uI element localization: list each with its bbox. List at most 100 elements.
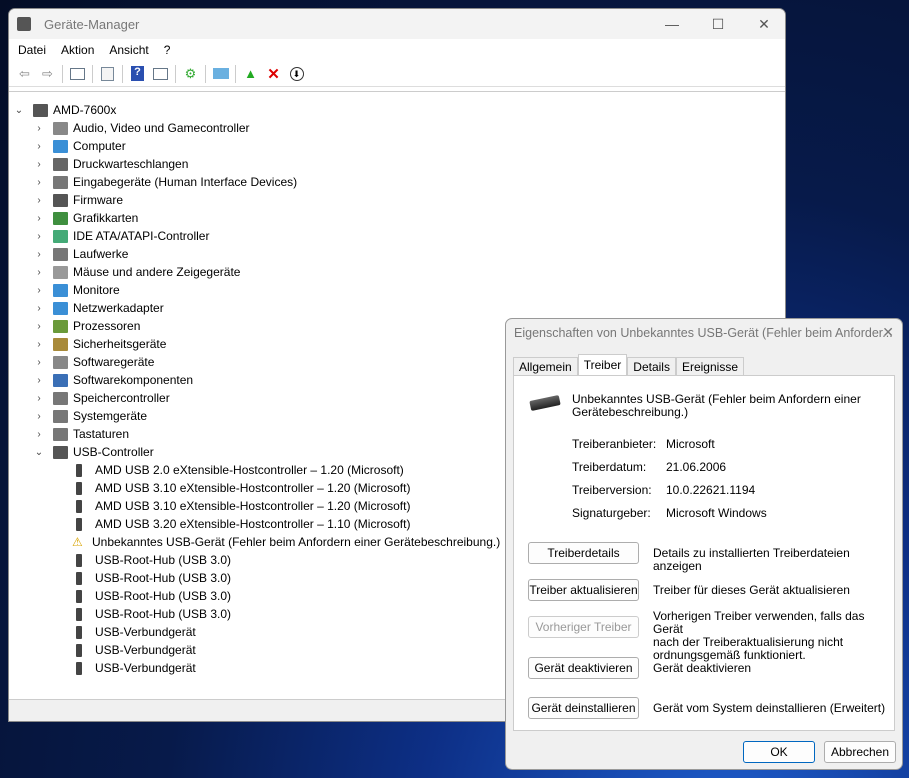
tree-device-item[interactable]: USB-Root-Hub (USB 3.0) bbox=[72, 587, 231, 605]
chevron-right-icon[interactable]: › bbox=[33, 357, 45, 368]
tree-category[interactable]: › Audio, Video und Gamecontroller bbox=[33, 119, 250, 137]
chevron-right-icon[interactable]: › bbox=[33, 285, 45, 296]
chevron-down-icon[interactable]: ⌄ bbox=[33, 447, 45, 458]
help-icon[interactable]: ? bbox=[128, 65, 147, 83]
field-value: Microsoft bbox=[666, 437, 715, 451]
tree-category[interactable]: › Firmware bbox=[33, 191, 123, 209]
tree-device-item[interactable]: USB-Root-Hub (USB 3.0) bbox=[72, 605, 231, 623]
tree-category[interactable]: › Netzwerkadapter bbox=[33, 299, 163, 317]
tree-device-item[interactable]: USB-Verbundgerät bbox=[72, 641, 196, 659]
tree-device-item[interactable]: AMD USB 3.10 eXtensible-Hostcontroller –… bbox=[72, 479, 410, 497]
tree-category[interactable]: › Softwarekomponenten bbox=[33, 371, 193, 389]
tree-category[interactable]: › Monitore bbox=[33, 281, 119, 299]
action-button: Vorheriger Treiber bbox=[528, 616, 639, 638]
device-icon bbox=[53, 193, 68, 207]
action-description-line: Gerät deaktivieren bbox=[653, 661, 752, 675]
tree-device-item[interactable]: ⚠ Unbekanntes USB-Gerät (Fehler beim Anfo… bbox=[72, 533, 500, 551]
chevron-right-icon[interactable]: › bbox=[33, 393, 45, 404]
add-driver-icon[interactable]: ▲ bbox=[241, 65, 260, 83]
field-label: Treiberversion: bbox=[572, 483, 652, 497]
tree-device-item[interactable]: AMD USB 3.20 eXtensible-Hostcontroller –… bbox=[72, 515, 410, 533]
tree-category[interactable]: › Laufwerke bbox=[33, 245, 128, 263]
tree-device-item[interactable]: USB-Verbundgerät bbox=[72, 659, 196, 677]
action-description-line: Details zu installierten Treiberdateien … bbox=[653, 546, 850, 573]
tree-label: Systemgeräte bbox=[73, 409, 148, 423]
menu-datei[interactable]: Datei bbox=[18, 43, 46, 57]
uninstall-icon[interactable]: ✕ bbox=[264, 65, 283, 83]
menu-ansicht[interactable]: Ansicht bbox=[109, 43, 148, 57]
show-hide-tree-icon[interactable] bbox=[68, 65, 87, 83]
tree-category[interactable]: › Systemgeräte bbox=[33, 407, 147, 425]
tree-category[interactable]: › Druckwarteschlangen bbox=[33, 155, 188, 173]
tree-label: AMD USB 2.0 eXtensible-Hostcontroller – … bbox=[95, 463, 404, 477]
tree-category[interactable]: › Speichercontroller bbox=[33, 389, 169, 407]
tree-device-item[interactable]: AMD USB 3.10 eXtensible-Hostcontroller –… bbox=[72, 497, 410, 515]
minimize-button[interactable]: — bbox=[649, 9, 695, 39]
field-label: Signaturgeber: bbox=[572, 506, 651, 520]
chevron-right-icon[interactable]: › bbox=[33, 321, 45, 332]
action-pane-icon[interactable] bbox=[151, 65, 170, 83]
chevron-right-icon[interactable]: › bbox=[33, 267, 45, 278]
chevron-right-icon[interactable]: › bbox=[33, 177, 45, 188]
tree-device-item[interactable]: AMD USB 2.0 eXtensible-Hostcontroller – … bbox=[72, 461, 404, 479]
chevron-right-icon[interactable]: › bbox=[33, 195, 45, 206]
tab-details[interactable]: Details bbox=[627, 357, 676, 375]
tree-device-item[interactable]: USB-Root-Hub (USB 3.0) bbox=[72, 569, 231, 587]
chevron-right-icon[interactable]: › bbox=[33, 141, 45, 152]
update-driver-icon[interactable]: ⚙ bbox=[181, 65, 200, 83]
disable-icon[interactable]: ⬇ bbox=[287, 65, 306, 83]
action-button[interactable]: Treiber aktualisieren bbox=[528, 579, 639, 601]
chevron-down-icon[interactable]: ⌄ bbox=[13, 105, 25, 116]
action-button[interactable]: Gerät deaktivieren bbox=[528, 657, 639, 679]
tab-ereignisse[interactable]: Ereignisse bbox=[675, 357, 744, 375]
menu-help[interactable]: ? bbox=[164, 43, 171, 57]
dialog-close-button[interactable]: ✕ bbox=[882, 324, 894, 341]
driver-tab-panel: Unbekanntes USB-Gerät (Fehler beim Anfor… bbox=[513, 375, 895, 731]
tree-category[interactable]: › Grafikkarten bbox=[33, 209, 138, 227]
chevron-right-icon[interactable]: › bbox=[33, 375, 45, 386]
forward-icon[interactable]: ⇨ bbox=[38, 65, 57, 83]
ok-button[interactable]: OK bbox=[743, 741, 815, 763]
device-icon bbox=[53, 445, 68, 459]
chevron-right-icon[interactable]: › bbox=[33, 123, 45, 134]
tree-category[interactable]: › Computer bbox=[33, 137, 126, 155]
back-icon[interactable]: ⇦ bbox=[15, 65, 34, 83]
device-icon bbox=[53, 319, 68, 333]
chevron-right-icon[interactable]: › bbox=[33, 249, 45, 260]
cancel-button[interactable]: Abbrechen bbox=[824, 741, 896, 763]
tree-category[interactable]: › Prozessoren bbox=[33, 317, 140, 335]
tree-root[interactable]: ⌄ AMD-7600x bbox=[13, 101, 117, 119]
tree-device-item[interactable]: USB-Verbundgerät bbox=[72, 623, 196, 641]
tree-device-item[interactable]: USB-Root-Hub (USB 3.0) bbox=[72, 551, 231, 569]
chevron-right-icon[interactable]: › bbox=[33, 213, 45, 224]
tab-allgemein[interactable]: Allgemein bbox=[513, 357, 578, 375]
chevron-right-icon[interactable]: › bbox=[33, 411, 45, 422]
tree-category[interactable]: › Eingabegeräte (Human Interface Devices) bbox=[33, 173, 297, 191]
maximize-button[interactable]: ☐ bbox=[695, 9, 741, 39]
tree-category[interactable]: › Sicherheitsgeräte bbox=[33, 335, 166, 353]
tree-category[interactable]: › Tastaturen bbox=[33, 425, 129, 443]
device-icon bbox=[76, 481, 82, 495]
tree-label: AMD USB 3.20 eXtensible-Hostcontroller –… bbox=[95, 517, 411, 531]
action-button[interactable]: Treiberdetails bbox=[528, 542, 639, 564]
tree-category[interactable]: ⌄ USB-Controller bbox=[33, 443, 154, 461]
scan-hardware-icon[interactable] bbox=[211, 65, 230, 83]
menu-aktion[interactable]: Aktion bbox=[61, 43, 94, 57]
tree-category[interactable]: › Softwaregeräte bbox=[33, 353, 154, 371]
tree-label: Audio, Video und Gamecontroller bbox=[73, 121, 250, 135]
device-icon bbox=[76, 643, 82, 657]
chevron-right-icon[interactable]: › bbox=[33, 429, 45, 440]
tree-category[interactable]: › IDE ATA/ATAPI-Controller bbox=[33, 227, 209, 245]
tab-treiber[interactable]: Treiber bbox=[577, 354, 628, 375]
properties-icon[interactable] bbox=[98, 65, 117, 83]
device-manager-icon bbox=[17, 17, 31, 31]
tree-category[interactable]: › Mäuse und andere Zeigegeräte bbox=[33, 263, 240, 281]
tree-label: Computer bbox=[73, 139, 126, 153]
chevron-right-icon[interactable]: › bbox=[33, 303, 45, 314]
field-value: 10.0.22621.1194 bbox=[666, 483, 756, 497]
chevron-right-icon[interactable]: › bbox=[33, 159, 45, 170]
chevron-right-icon[interactable]: › bbox=[33, 339, 45, 350]
chevron-right-icon[interactable]: › bbox=[33, 231, 45, 242]
action-button[interactable]: Gerät deinstallieren bbox=[528, 697, 639, 719]
close-button[interactable]: ✕ bbox=[741, 9, 785, 39]
